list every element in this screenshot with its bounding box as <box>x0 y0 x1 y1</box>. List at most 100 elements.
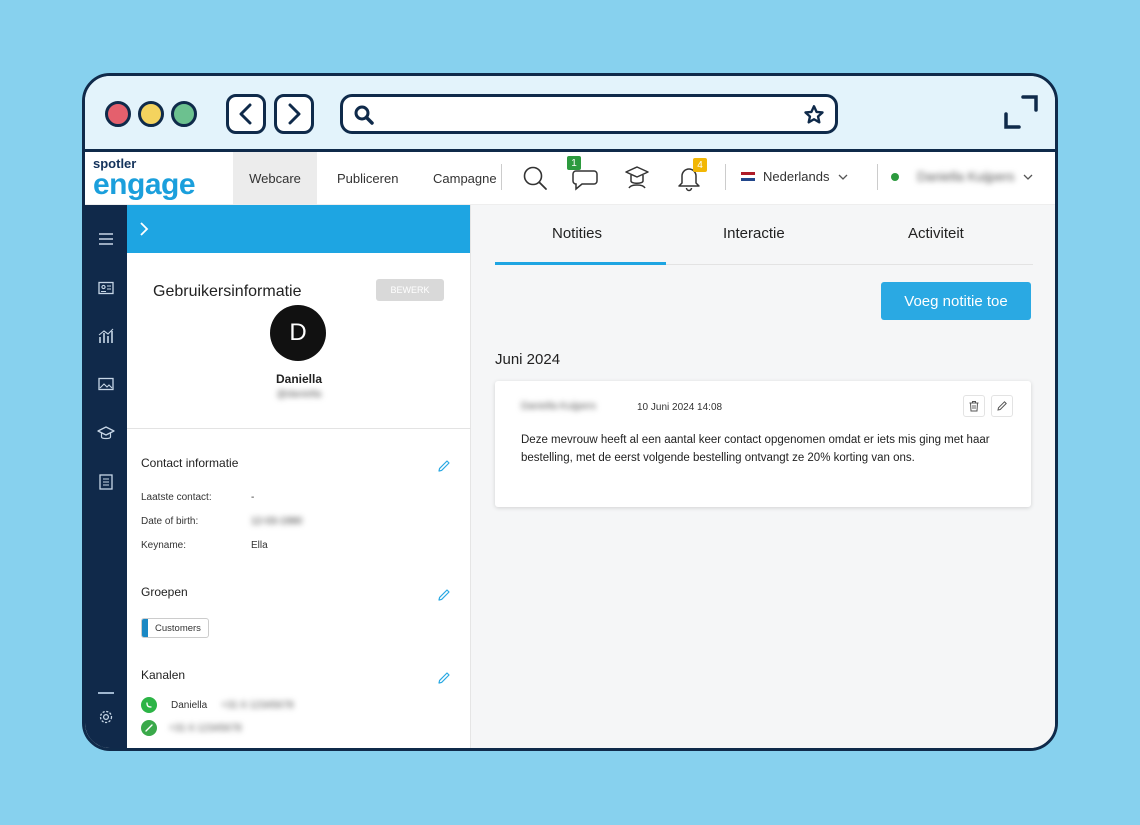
field-label-last-contact: Laatste contact: <box>141 492 212 503</box>
online-status-dot <box>891 172 899 181</box>
field-value-keyname: Ella <box>251 540 268 551</box>
close-window-dot[interactable] <box>105 101 131 127</box>
groups-title: Groepen <box>141 585 188 599</box>
note-text: Deze mevrouw heeft al een aantal keer co… <box>521 434 990 464</box>
channel-item[interactable]: Daniella +31 6 12345678 <box>141 697 294 713</box>
side-rail <box>85 205 127 748</box>
rail-reports[interactable] <box>97 473 115 491</box>
divider <box>501 164 502 190</box>
edit-button[interactable]: BEWERK <box>376 279 444 301</box>
chevron-down-icon <box>1023 174 1033 180</box>
add-note-button[interactable]: Voeg notitie toe <box>881 282 1031 320</box>
field-label-keyname: Keyname: <box>141 540 187 551</box>
academy-button[interactable] <box>621 162 653 194</box>
browser-chrome <box>85 76 1055 152</box>
group-chip[interactable]: Customers <box>141 618 209 638</box>
list-document-icon <box>99 474 113 490</box>
month-heading: Juni 2024 <box>495 351 561 368</box>
graduation-cap-icon <box>625 166 649 189</box>
channel-name: Daniella <box>171 699 208 711</box>
tab-notities[interactable]: Notities <box>552 225 602 242</box>
delete-note-button[interactable] <box>963 395 985 417</box>
channel-item[interactable]: +31 6 12345678 <box>141 720 242 736</box>
forward-arrow-icon <box>288 103 301 125</box>
rail-analytics[interactable] <box>97 327 115 345</box>
phone-icon <box>141 720 157 736</box>
language-selector[interactable]: Nederlands <box>741 169 848 184</box>
active-tab-indicator <box>495 262 666 265</box>
search-icon <box>354 105 374 125</box>
chevron-right-icon <box>140 222 149 236</box>
user-handle: @daniella <box>276 389 322 400</box>
tab-activiteit[interactable]: Activiteit <box>908 225 964 242</box>
pencil-icon[interactable] <box>437 671 451 685</box>
note-date: 10 Juni 2024 14:08 <box>637 402 723 413</box>
tab-webcare[interactable]: Webcare <box>233 152 317 205</box>
gear-icon <box>99 710 113 724</box>
tab-publiceren[interactable]: Publiceren <box>321 152 414 205</box>
user-info-panel: Gebruikersinformatie BEWERK D Daniella @… <box>127 205 471 748</box>
rail-divider <box>98 692 114 694</box>
chat-badge: 1 <box>567 156 581 170</box>
avatar: D <box>270 305 326 361</box>
user-name: Daniella Kuijpers <box>917 169 1015 184</box>
maximize-window-dot[interactable] <box>171 101 197 127</box>
edit-note-button[interactable] <box>991 395 1013 417</box>
chevron-down-icon <box>838 174 847 180</box>
chip-color-bar <box>142 619 148 637</box>
bar-chart-icon <box>98 328 114 343</box>
image-icon <box>98 377 114 391</box>
language-label: Nederlands <box>763 169 830 184</box>
user-menu[interactable]: Daniella Kuijpers <box>891 169 1033 184</box>
channels-title: Kanalen <box>141 668 186 682</box>
tab-bar: Notities Interactie Activiteit <box>495 205 1033 265</box>
group-chip-label: Customers <box>155 622 201 634</box>
whatsapp-icon <box>141 697 157 713</box>
notes-panel: Notities Interactie Activiteit Voeg noti… <box>471 205 1055 748</box>
pencil-icon[interactable] <box>437 588 451 602</box>
pencil-icon[interactable] <box>437 459 451 473</box>
divider <box>877 164 878 190</box>
trash-icon <box>969 401 979 412</box>
forward-button[interactable] <box>274 94 314 134</box>
expand-icon[interactable] <box>1003 94 1039 130</box>
panel-collapse-bar[interactable] <box>127 205 470 253</box>
browser-window: spotler engage Webcare Publiceren Campag… <box>82 73 1058 751</box>
channel-value: +31 6 12345678 <box>169 722 242 734</box>
note-author: Daniella Kuijpers <box>521 401 597 412</box>
user-info-title: Gebruikersinformatie <box>153 283 302 300</box>
back-button[interactable] <box>226 94 266 134</box>
field-value-last-contact: - <box>251 492 255 503</box>
field-value-dob: 12-03-1990 <box>251 516 303 527</box>
divider <box>725 164 726 190</box>
graduation-cap-icon <box>97 426 115 440</box>
contact-card-icon <box>98 281 114 295</box>
notification-badge: 4 <box>693 158 707 172</box>
dutch-flag-icon <box>741 171 755 182</box>
menu-button[interactable] <box>97 230 115 248</box>
minimize-window-dot[interactable] <box>138 101 164 127</box>
tab-campagnes[interactable]: Campagnes <box>417 152 497 205</box>
chat-button[interactable]: 1 <box>567 156 601 194</box>
search-button[interactable] <box>519 162 551 194</box>
app-header: spotler engage Webcare Publiceren Campag… <box>85 152 1055 205</box>
rail-contacts[interactable] <box>97 279 115 297</box>
rail-settings[interactable] <box>97 708 115 726</box>
spotler-engage-logo[interactable]: spotler engage <box>93 157 196 201</box>
main-area: Gebruikersinformatie BEWERK D Daniella @… <box>85 205 1055 748</box>
tab-interactie[interactable]: Interactie <box>723 225 785 242</box>
field-label-dob: Date of birth: <box>141 516 199 527</box>
address-bar[interactable] <box>340 94 838 134</box>
user-name: Daniella <box>275 372 323 386</box>
rail-academy[interactable] <box>97 424 115 442</box>
search-icon <box>523 166 547 190</box>
pencil-icon <box>997 401 1007 411</box>
notifications-button[interactable]: 4 <box>673 158 707 194</box>
rail-media[interactable] <box>97 375 115 393</box>
contact-info-title: Contact informatie <box>141 456 239 470</box>
star-icon[interactable] <box>803 104 825 126</box>
divider <box>127 428 471 429</box>
channel-value: +31 6 12345678 <box>221 699 294 711</box>
back-arrow-icon <box>239 103 252 125</box>
logo-big-text: engage <box>93 168 196 201</box>
